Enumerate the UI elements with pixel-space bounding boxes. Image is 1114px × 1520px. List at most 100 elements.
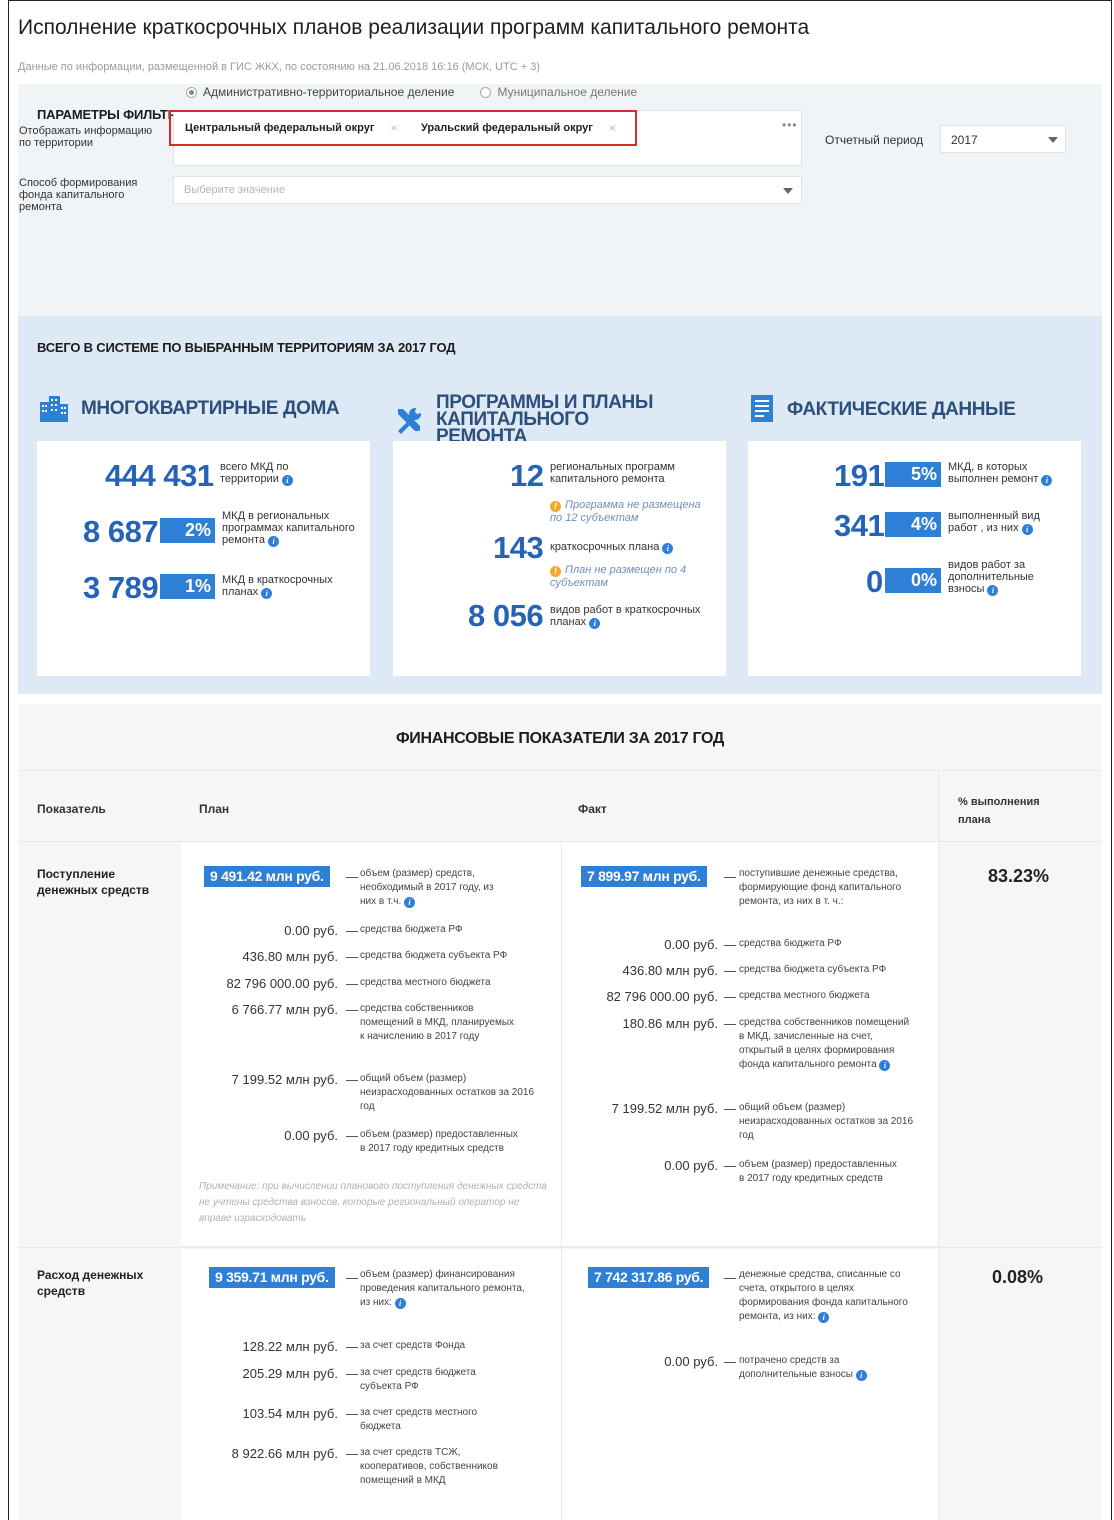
connector [724, 1278, 736, 1279]
plan-income-amount: 0.00 руб. [284, 1128, 338, 1143]
info-icon[interactable]: i [987, 585, 999, 596]
more-options-icon[interactable]: ••• [782, 118, 798, 132]
radio-municipal-division[interactable]: Муниципальное деление [480, 85, 637, 99]
plan-expense-total-text: объем (размер) финансирования проведения… [360, 1269, 525, 1308]
col-header-plan: План [199, 802, 230, 816]
info-icon[interactable]: i [879, 1060, 891, 1071]
radio-admin-label: Административно-территориальное деление [203, 85, 455, 99]
col-head-buildings: МНОГОКВАРТИРНЫЕ ДОМА [39, 394, 340, 422]
plan-income-total-desc: объем (размер) средств, необходимый в 20… [360, 867, 510, 909]
done-value: 191 [834, 458, 885, 493]
info-icon[interactable]: i [662, 543, 674, 554]
buildings-icon [40, 396, 68, 422]
method-placeholder: Выберите значение [184, 184, 286, 196]
info-icon[interactable]: i [818, 1312, 830, 1323]
info-icon[interactable]: i [1041, 475, 1053, 486]
short-mkd-value: 3 789 [83, 570, 159, 605]
info-icon[interactable]: i [589, 618, 601, 629]
plan-income-amount: 6 766.77 млн руб. [231, 1002, 338, 1017]
period-select[interactable]: 2017 [940, 125, 1066, 153]
fact-income-desc: средства собственников помещений в МКД, … [739, 1016, 914, 1072]
connector [724, 1362, 736, 1363]
radio-unchecked-icon [480, 86, 492, 98]
radio-admin-division[interactable]: Административно-территориальное деление [186, 85, 454, 99]
fact-income-amount: 0.00 руб. [664, 1158, 718, 1173]
period-value: 2017 [951, 133, 978, 147]
fact-income-amount: 180.86 млн руб. [622, 1016, 718, 1031]
connector [346, 1080, 358, 1081]
plans-label: краткосрочных плана i [550, 541, 700, 554]
info-icon[interactable]: i [404, 897, 415, 908]
reg-mkd-text: МКД в региональных программах капитально… [222, 510, 355, 546]
done-label: МКД, в которых выполнен ремонт i [948, 461, 1076, 486]
data-timestamp: Данные по информации, размещенной в ГИС … [18, 61, 540, 73]
info-icon[interactable]: i [261, 588, 273, 599]
connector [346, 1010, 358, 1011]
short-mkd-pct: 1% [160, 574, 215, 599]
plan-income-amount: 436.80 млн руб. [242, 949, 338, 964]
fact-income-desc: средства бюджета РФ [739, 938, 842, 949]
col-head-actual: ФАКТИЧЕСКИЕ ДАННЫЕ [749, 394, 1016, 424]
reg-mkd-pct: 2% [160, 518, 215, 543]
chevron-down-icon [783, 188, 793, 194]
reg-mkd-value: 8 687 [83, 514, 159, 549]
works-done-pct: 4% [885, 512, 941, 537]
connector [346, 1278, 358, 1279]
connector [346, 957, 358, 958]
plan-income-desc: средства собственников помещений в МКД, … [360, 1003, 515, 1042]
col-head-label: МНОГОКВАРТИРНЫЕ ДОМА [81, 397, 340, 419]
connector [724, 1109, 736, 1110]
divider [18, 770, 1102, 771]
info-icon[interactable]: i [394, 1298, 406, 1309]
division-radio-group: Административно-территориальное деление … [186, 85, 637, 99]
info-icon[interactable]: i [1021, 524, 1033, 535]
page-title: Исполнение краткосрочных планов реализац… [18, 16, 810, 39]
selection-highlight [169, 110, 637, 146]
tools-icon [398, 407, 422, 434]
fact-income-amount: 436.80 млн руб. [622, 963, 718, 978]
method-select[interactable]: Выберите значение [173, 176, 802, 204]
works-done-label: выполненный вид работ , из них i [948, 510, 1068, 535]
info-icon[interactable]: i [268, 536, 280, 547]
works-label: видов работ в краткосрочных планах i [550, 604, 710, 629]
works-value: 8 056 [468, 598, 544, 633]
connector [346, 1347, 358, 1348]
plan-expense-amount: 128.22 млн руб. [242, 1339, 338, 1354]
plans-text: краткосрочных плана [550, 541, 660, 553]
info-icon[interactable]: i [281, 475, 293, 486]
connector [724, 877, 736, 878]
method-label: Способ формирования фонда капитального р… [19, 177, 138, 213]
stat-card-programs: 12 региональных программ капитального ре… [393, 441, 726, 676]
radio-municipal-label: Муниципальное деление [497, 85, 638, 99]
plan-income-amount: 82 796 000.00 руб. [226, 976, 338, 991]
done-text: МКД, в которых выполнен ремонт [948, 461, 1039, 485]
territory-label: Отображать информацию по территории [19, 125, 153, 149]
plan-expense-desc: за счет средств ТСЖ, кооперативов, собст… [360, 1447, 498, 1486]
plan-income-desc: объем (размер) предоставленных в 2017 го… [360, 1129, 518, 1154]
plan-income-desc: средства бюджета РФ [360, 924, 463, 935]
programs-value: 12 [510, 458, 544, 493]
info-icon[interactable]: i [855, 1370, 867, 1381]
extra-pct: 0% [885, 568, 941, 593]
plan-income-amount: 0.00 руб. [284, 923, 338, 938]
fact-income-total-desc: поступившие денежные средства, формирующ… [739, 868, 902, 907]
connector [724, 945, 736, 946]
col-header-pct: % выполнения плана [958, 796, 1040, 826]
connector [346, 1414, 358, 1415]
connector [346, 931, 358, 932]
extra-label: видов работ за дополнительные взносы i [948, 559, 1073, 596]
programs-label: региональных программ капитального ремон… [550, 461, 675, 485]
connector [724, 971, 736, 972]
warning-icon: ! [550, 566, 561, 577]
divider [938, 770, 939, 1520]
fact-income-desc: общий объем (размер) неизрасходованных о… [739, 1102, 914, 1141]
plan-expense-amount: 205.29 млн руб. [242, 1366, 338, 1381]
programs-warning: ! Программа не размещена по 12 субъектам [550, 499, 715, 524]
fact-income-total: 7 899.97 млн руб. [581, 866, 707, 887]
row-label-income: Поступление денежных средств [37, 867, 150, 897]
divider [18, 1247, 1102, 1248]
programs-warning-text: Программа не размещена по 12 субъектам [550, 499, 701, 524]
works-text: видов работ в краткосрочных планах [550, 604, 701, 628]
fact-expense-total: 7 742 317.86 руб. [588, 1267, 710, 1288]
finance-title: ФИНАНСОВЫЕ ПОКАЗАТЕЛИ ЗА 2017 ГОД [395, 730, 725, 747]
